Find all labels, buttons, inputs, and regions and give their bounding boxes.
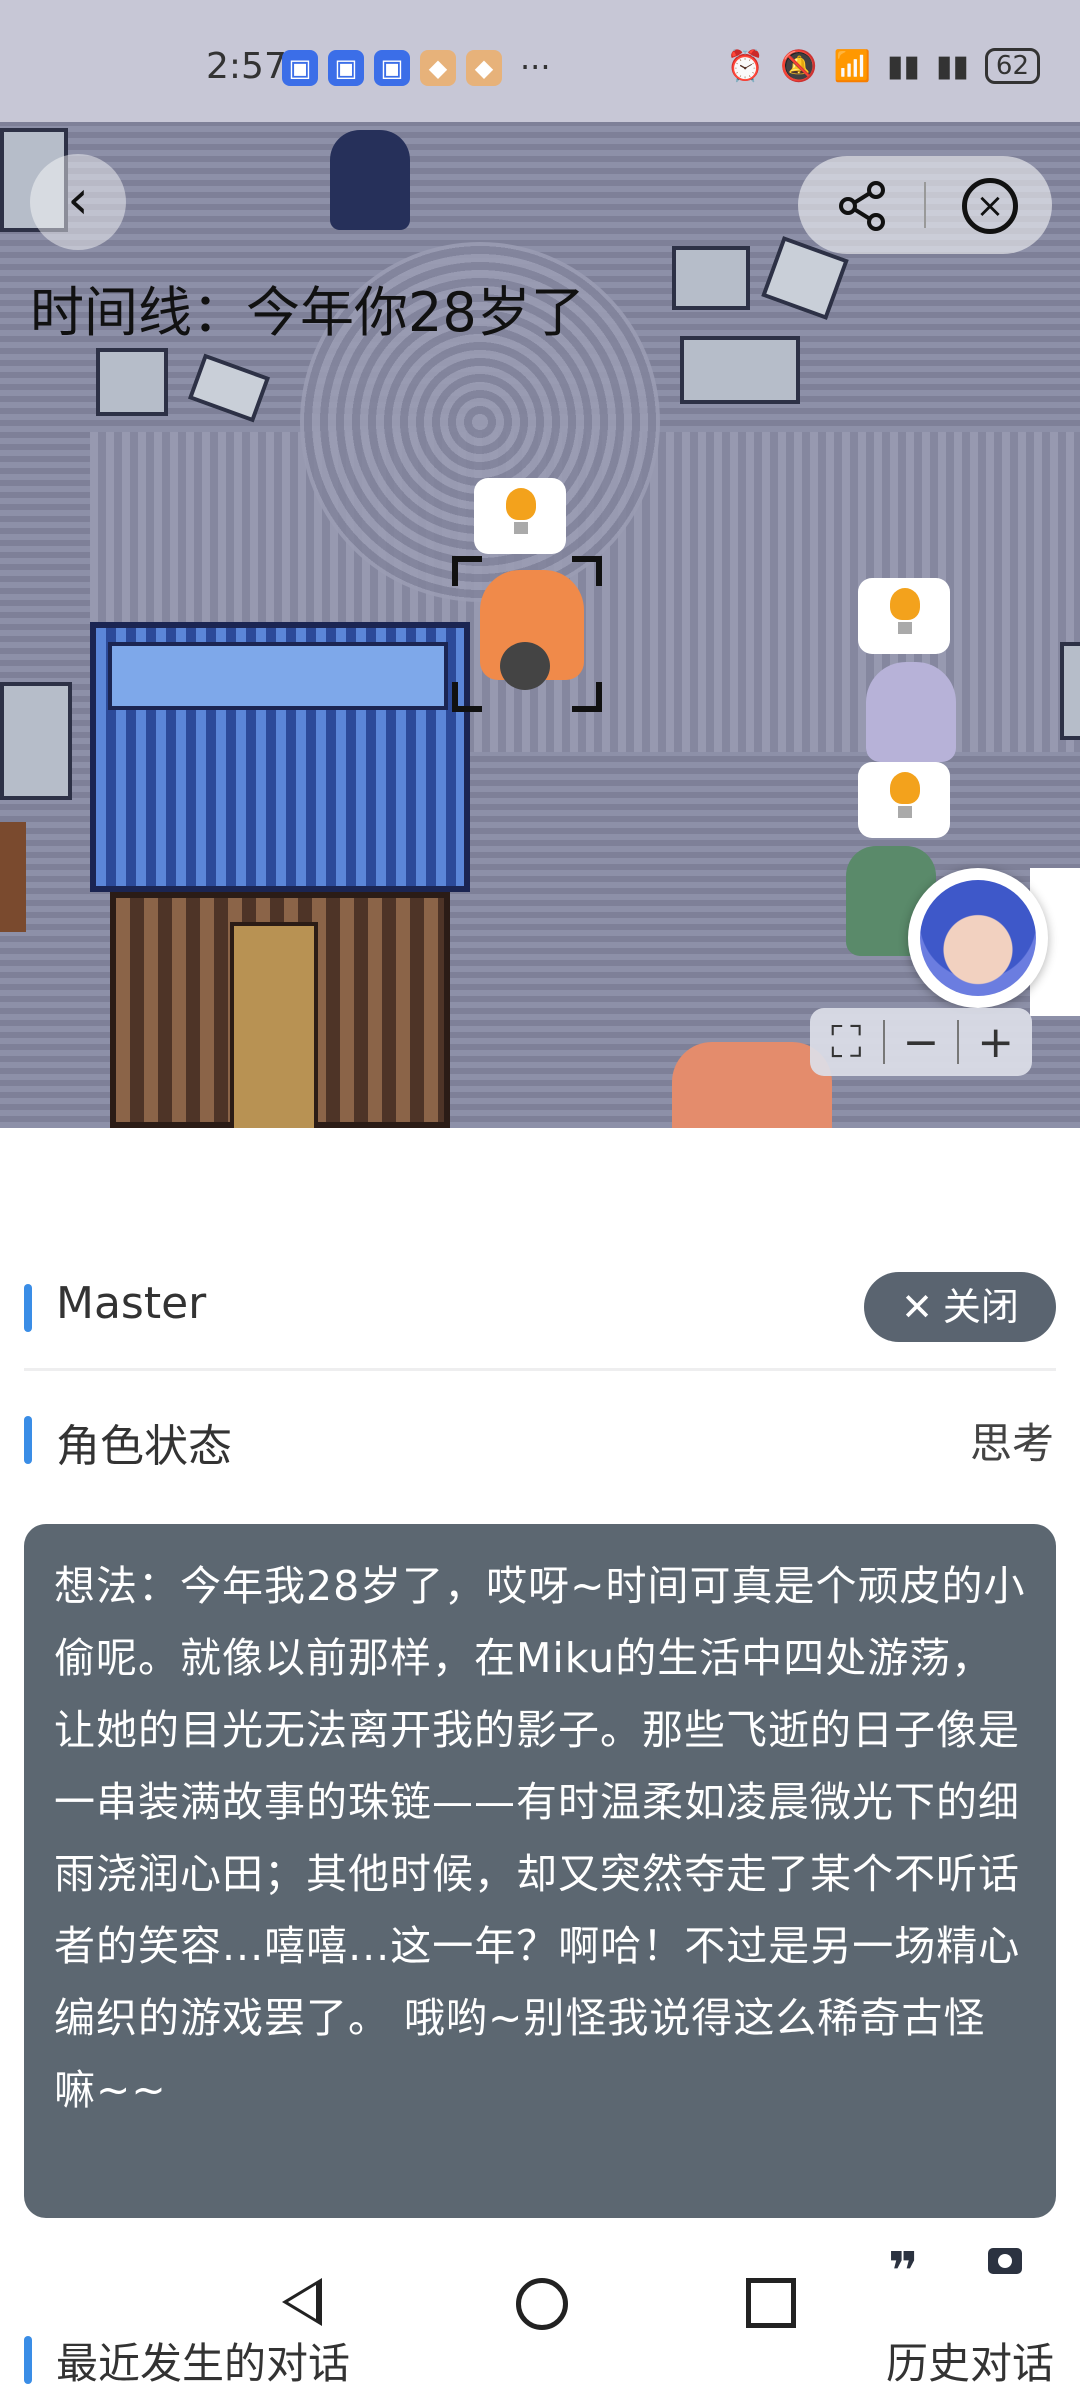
- lightbulb-icon: [506, 488, 536, 534]
- temple-building: [90, 622, 470, 1128]
- thinking-bubble: [474, 478, 566, 554]
- calendar-icon: ▣: [328, 50, 364, 86]
- thought-card: 想法：今年我28岁了，哎呀~时间可真是个顽皮的小偷呢。就像以前那样，在Miku的…: [24, 1524, 1056, 2218]
- share-icon[interactable]: [836, 180, 888, 232]
- close-button[interactable]: ✕ 关闭: [864, 1272, 1056, 1342]
- nav-back-icon[interactable]: [282, 2278, 322, 2326]
- chevron-left-icon: ‹: [67, 168, 89, 231]
- state-value: 思考: [969, 1419, 1054, 1468]
- nav-recents-icon[interactable]: [746, 2278, 796, 2328]
- navigation-bar: [0, 2256, 1080, 2376]
- status-icons: ⏰ 🔕 📶 ▮▮ ▮▮ 62: [727, 48, 1040, 84]
- signal-icon: ▮▮: [935, 48, 969, 84]
- stone-tile: [187, 353, 271, 423]
- calendar-icon: ▣: [282, 50, 318, 86]
- stone-tile: [1060, 642, 1080, 740]
- zoom-out-button[interactable]: −: [885, 1017, 958, 1068]
- stone-tile: [0, 682, 72, 800]
- notification-icons: ▣ ▣ ▣ ◆ ◆: [282, 50, 502, 86]
- character-sprite[interactable]: [0, 822, 26, 932]
- state-title: 角色状态: [56, 1421, 232, 1472]
- back-button[interactable]: ‹: [30, 154, 126, 250]
- character-sprite[interactable]: [672, 1042, 832, 1128]
- avatar[interactable]: [908, 868, 1048, 1008]
- close-label: 关闭: [942, 1285, 1019, 1329]
- signal-icon: ▮▮: [886, 48, 920, 84]
- calendar-icon: ▣: [374, 50, 410, 86]
- divider: [24, 1368, 1056, 1371]
- character-sprite[interactable]: [866, 662, 956, 762]
- thinking-bubble: [858, 762, 950, 838]
- character-sprite[interactable]: [330, 130, 410, 230]
- selection-corner: [572, 556, 602, 586]
- selection-corner: [452, 682, 482, 712]
- wifi-icon: 📶: [833, 48, 871, 84]
- character-name: Master: [56, 1278, 207, 1329]
- selection-corner: [572, 682, 602, 712]
- stone-tile: [672, 246, 750, 310]
- section-accent: [24, 1284, 32, 1332]
- zoom-controls: ⛶ − +: [810, 1008, 1032, 1076]
- app-icon: ◆: [466, 50, 502, 86]
- close-icon: ✕: [901, 1285, 933, 1329]
- close-mini-program-icon[interactable]: ×: [962, 178, 1018, 234]
- divider: [924, 182, 926, 228]
- lightbulb-icon: [890, 772, 920, 818]
- battery-level: 62: [984, 48, 1040, 84]
- timeline-label: 时间线：今年你28岁了: [30, 281, 585, 344]
- status-time: 2:57: [206, 46, 287, 87]
- nav-home-icon[interactable]: [516, 2278, 568, 2330]
- selection-corner: [452, 556, 482, 586]
- app-icon: ◆: [420, 50, 456, 86]
- zoom-in-button[interactable]: +: [959, 1017, 1032, 1068]
- stone-tile: [96, 348, 168, 416]
- stone-tile: [680, 336, 800, 404]
- thinking-bubble: [858, 578, 950, 654]
- alarm-icon: ⏰: [726, 48, 765, 84]
- toolbar-capsule: ×: [798, 156, 1052, 254]
- mute-icon: 🔕: [780, 48, 818, 84]
- lightbulb-icon: [890, 588, 920, 634]
- fit-view-icon[interactable]: ⛶: [810, 1017, 883, 1068]
- thought-text: 想法：今年我28岁了，哎呀~时间可真是个顽皮的小偷呢。就像以前那样，在Miku的…: [54, 1562, 1026, 2114]
- status-bar: 2:57 ▣ ▣ ▣ ◆ ◆ ··· ⏰ 🔕 📶 ▮▮ ▮▮ 62: [0, 0, 1080, 122]
- section-accent: [24, 1416, 32, 1464]
- more-notifications: ···: [520, 48, 551, 86]
